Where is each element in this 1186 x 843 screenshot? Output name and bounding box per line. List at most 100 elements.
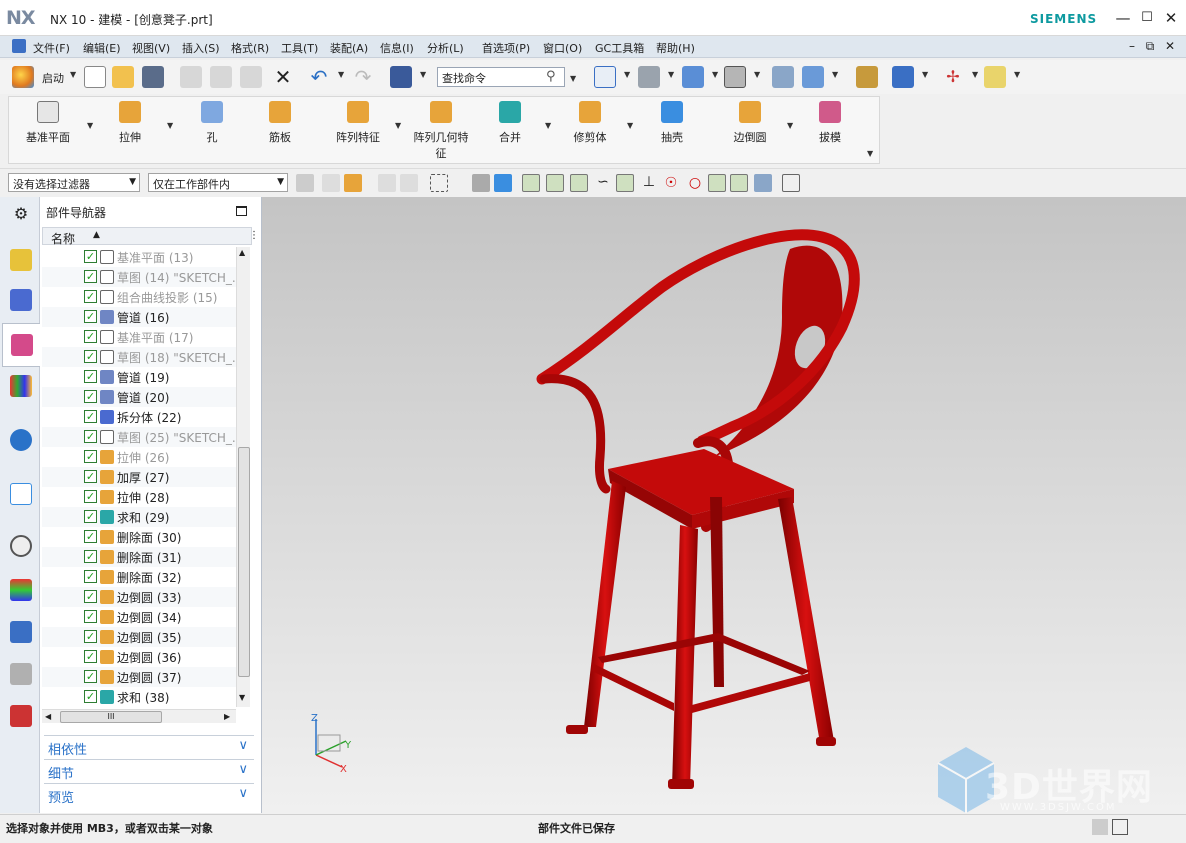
tree-row[interactable]: ✓ 组合曲线投影 (15) bbox=[42, 287, 236, 307]
start-label[interactable]: 启动 bbox=[42, 70, 64, 86]
app-menu-icon[interactable] bbox=[12, 39, 26, 53]
background-icon[interactable] bbox=[724, 66, 746, 88]
render-dropdown-icon[interactable]: ▼ bbox=[712, 70, 718, 79]
process-studio-icon[interactable] bbox=[10, 621, 32, 643]
show-hide-dropdown-icon[interactable]: ▼ bbox=[922, 70, 928, 79]
background-dropdown-icon[interactable]: ▼ bbox=[754, 70, 760, 79]
edit-object-display-icon[interactable] bbox=[856, 66, 878, 88]
menu-information[interactable]: 信息(I) bbox=[380, 40, 414, 56]
tree-row[interactable]: ✓ 边倒圆 (37) bbox=[42, 667, 236, 687]
menu-preferences[interactable]: 首选项(P) bbox=[482, 40, 530, 56]
visibility-checkbox[interactable]: ✓ bbox=[84, 330, 97, 343]
unite-dropdown-icon[interactable]: ▼ bbox=[545, 121, 551, 130]
cut-icon[interactable] bbox=[180, 66, 202, 88]
start-dropdown-icon[interactable]: ▼ bbox=[70, 70, 76, 79]
mdi-close-icon[interactable]: ✕ bbox=[1162, 39, 1178, 53]
tree-row[interactable]: ✓ 拆分体 (22) bbox=[42, 407, 236, 427]
shell-button[interactable]: 抽壳 bbox=[647, 101, 697, 161]
edge-rule-icon[interactable] bbox=[400, 174, 418, 192]
orient-dropdown-icon[interactable]: ▼ bbox=[668, 70, 674, 79]
stretcher-right[interactable] bbox=[692, 673, 810, 713]
clip-view-icon[interactable] bbox=[802, 66, 824, 88]
tree-row[interactable]: ✓ 删除面 (32) bbox=[42, 567, 236, 587]
visibility-checkbox[interactable]: ✓ bbox=[84, 390, 97, 403]
visibility-checkbox[interactable]: ✓ bbox=[84, 370, 97, 383]
column-more-icon[interactable]: ⋮ bbox=[249, 230, 259, 241]
render-style-icon[interactable] bbox=[682, 66, 704, 88]
visibility-checkbox[interactable]: ✓ bbox=[84, 450, 97, 463]
face-snap-icon[interactable] bbox=[472, 174, 490, 192]
trim-dropdown-icon[interactable]: ▼ bbox=[627, 121, 633, 130]
general-filter-icon[interactable] bbox=[296, 174, 314, 192]
trim-body-button[interactable]: 修剪体 bbox=[565, 101, 615, 161]
visibility-checkbox[interactable]: ✓ bbox=[84, 570, 97, 583]
extrude-button[interactable]: 拉伸 bbox=[105, 101, 155, 161]
horizontal-scrollbar[interactable]: ◀ III ▶ bbox=[42, 709, 236, 723]
stretcher-left[interactable] bbox=[592, 663, 674, 711]
hscroll-thumb[interactable]: III bbox=[60, 711, 162, 723]
reset-filter-icon[interactable] bbox=[322, 174, 340, 192]
scroll-left-icon[interactable]: ◀ bbox=[45, 712, 51, 721]
rectangle-select-icon[interactable] bbox=[430, 174, 448, 192]
touch-mode-dropdown-icon[interactable]: ▼ bbox=[420, 70, 426, 79]
history-icon[interactable] bbox=[10, 535, 32, 557]
tree-row[interactable]: ✓ 拉伸 (26) bbox=[42, 447, 236, 467]
manufacturing-wizard-icon[interactable] bbox=[10, 663, 32, 685]
status-icon-1[interactable] bbox=[1092, 819, 1108, 835]
minimize-button[interactable]: — bbox=[1112, 8, 1134, 28]
tree-row[interactable]: ✓ 管道 (19) bbox=[42, 367, 236, 387]
roles-icon[interactable] bbox=[10, 705, 32, 727]
web-browser-icon[interactable] bbox=[10, 483, 32, 505]
blend-dropdown-icon[interactable]: ▼ bbox=[787, 121, 793, 130]
menu-edit[interactable]: 编辑(E) bbox=[83, 40, 121, 56]
visibility-checkbox[interactable]: ✓ bbox=[84, 410, 97, 423]
full-screen-icon[interactable] bbox=[1112, 819, 1128, 835]
tree-row[interactable]: ✓ 草图 (14) "SKETCH_... bbox=[42, 267, 236, 287]
paste-icon[interactable] bbox=[240, 66, 262, 88]
tree-row[interactable]: ✓ 管道 (20) bbox=[42, 387, 236, 407]
visibility-checkbox[interactable]: ✓ bbox=[84, 510, 97, 523]
column-header[interactable]: 名称 ▲ ⋮ bbox=[42, 227, 259, 246]
tree-row[interactable]: ✓ 基准平面 (13) bbox=[42, 247, 236, 267]
fit-view-icon[interactable] bbox=[594, 66, 616, 88]
leg-front-right[interactable] bbox=[672, 525, 698, 787]
visibility-checkbox[interactable]: ✓ bbox=[84, 670, 97, 683]
existing-point-snap-icon[interactable] bbox=[708, 174, 726, 192]
endpoint-snap-icon[interactable] bbox=[546, 174, 564, 192]
visibility-checkbox[interactable]: ✓ bbox=[84, 690, 97, 703]
curve-rule-icon[interactable] bbox=[378, 174, 396, 192]
wcs-icon[interactable]: ✢ bbox=[942, 66, 964, 88]
tree-row[interactable]: ✓ 求和 (29) bbox=[42, 507, 236, 527]
scope-dropdown[interactable]: 仅在工作部件内 ▼ bbox=[148, 173, 288, 192]
visibility-checkbox[interactable]: ✓ bbox=[84, 270, 97, 283]
tree-row[interactable]: ✓ 求和 (38) bbox=[42, 687, 236, 707]
scroll-down-icon[interactable]: ▼ bbox=[239, 693, 245, 702]
tree-row[interactable]: ✓ 拉伸 (28) bbox=[42, 487, 236, 507]
vertical-scrollbar[interactable]: ▲ ▼ bbox=[236, 247, 250, 707]
visibility-checkbox[interactable]: ✓ bbox=[84, 650, 97, 663]
grid-snap-icon[interactable] bbox=[782, 174, 800, 192]
assembly-navigator-icon[interactable] bbox=[10, 249, 32, 271]
new-file-icon[interactable] bbox=[84, 66, 106, 88]
gear-icon[interactable]: ⚙ bbox=[10, 203, 32, 225]
visibility-checkbox[interactable]: ✓ bbox=[84, 610, 97, 623]
graphics-window[interactable]: Z Y X bbox=[262, 197, 1186, 813]
ribbon-more-icon[interactable]: ▼ bbox=[867, 149, 873, 158]
stretcher-back[interactable] bbox=[598, 633, 810, 675]
menu-insert[interactable]: 插入(S) bbox=[182, 40, 220, 56]
feature-intent-icon[interactable] bbox=[344, 174, 362, 192]
leg-back-left[interactable] bbox=[710, 497, 724, 687]
search-dropdown-icon[interactable]: ▼ bbox=[570, 74, 576, 83]
point-snap-icon[interactable] bbox=[522, 174, 540, 192]
visibility-checkbox[interactable]: ✓ bbox=[84, 630, 97, 643]
touch-mode-icon[interactable] bbox=[390, 66, 412, 88]
menu-analysis[interactable]: 分析(L) bbox=[427, 40, 464, 56]
leg-back-right[interactable] bbox=[778, 497, 834, 743]
visibility-checkbox[interactable]: ✓ bbox=[84, 490, 97, 503]
redo-icon[interactable]: ↷ bbox=[352, 66, 374, 88]
visibility-checkbox[interactable]: ✓ bbox=[84, 350, 97, 363]
visibility-checkbox[interactable]: ✓ bbox=[84, 290, 97, 303]
armrest-front-left[interactable] bbox=[539, 374, 611, 494]
visibility-checkbox[interactable]: ✓ bbox=[84, 430, 97, 443]
open-folder-icon[interactable] bbox=[112, 66, 134, 88]
